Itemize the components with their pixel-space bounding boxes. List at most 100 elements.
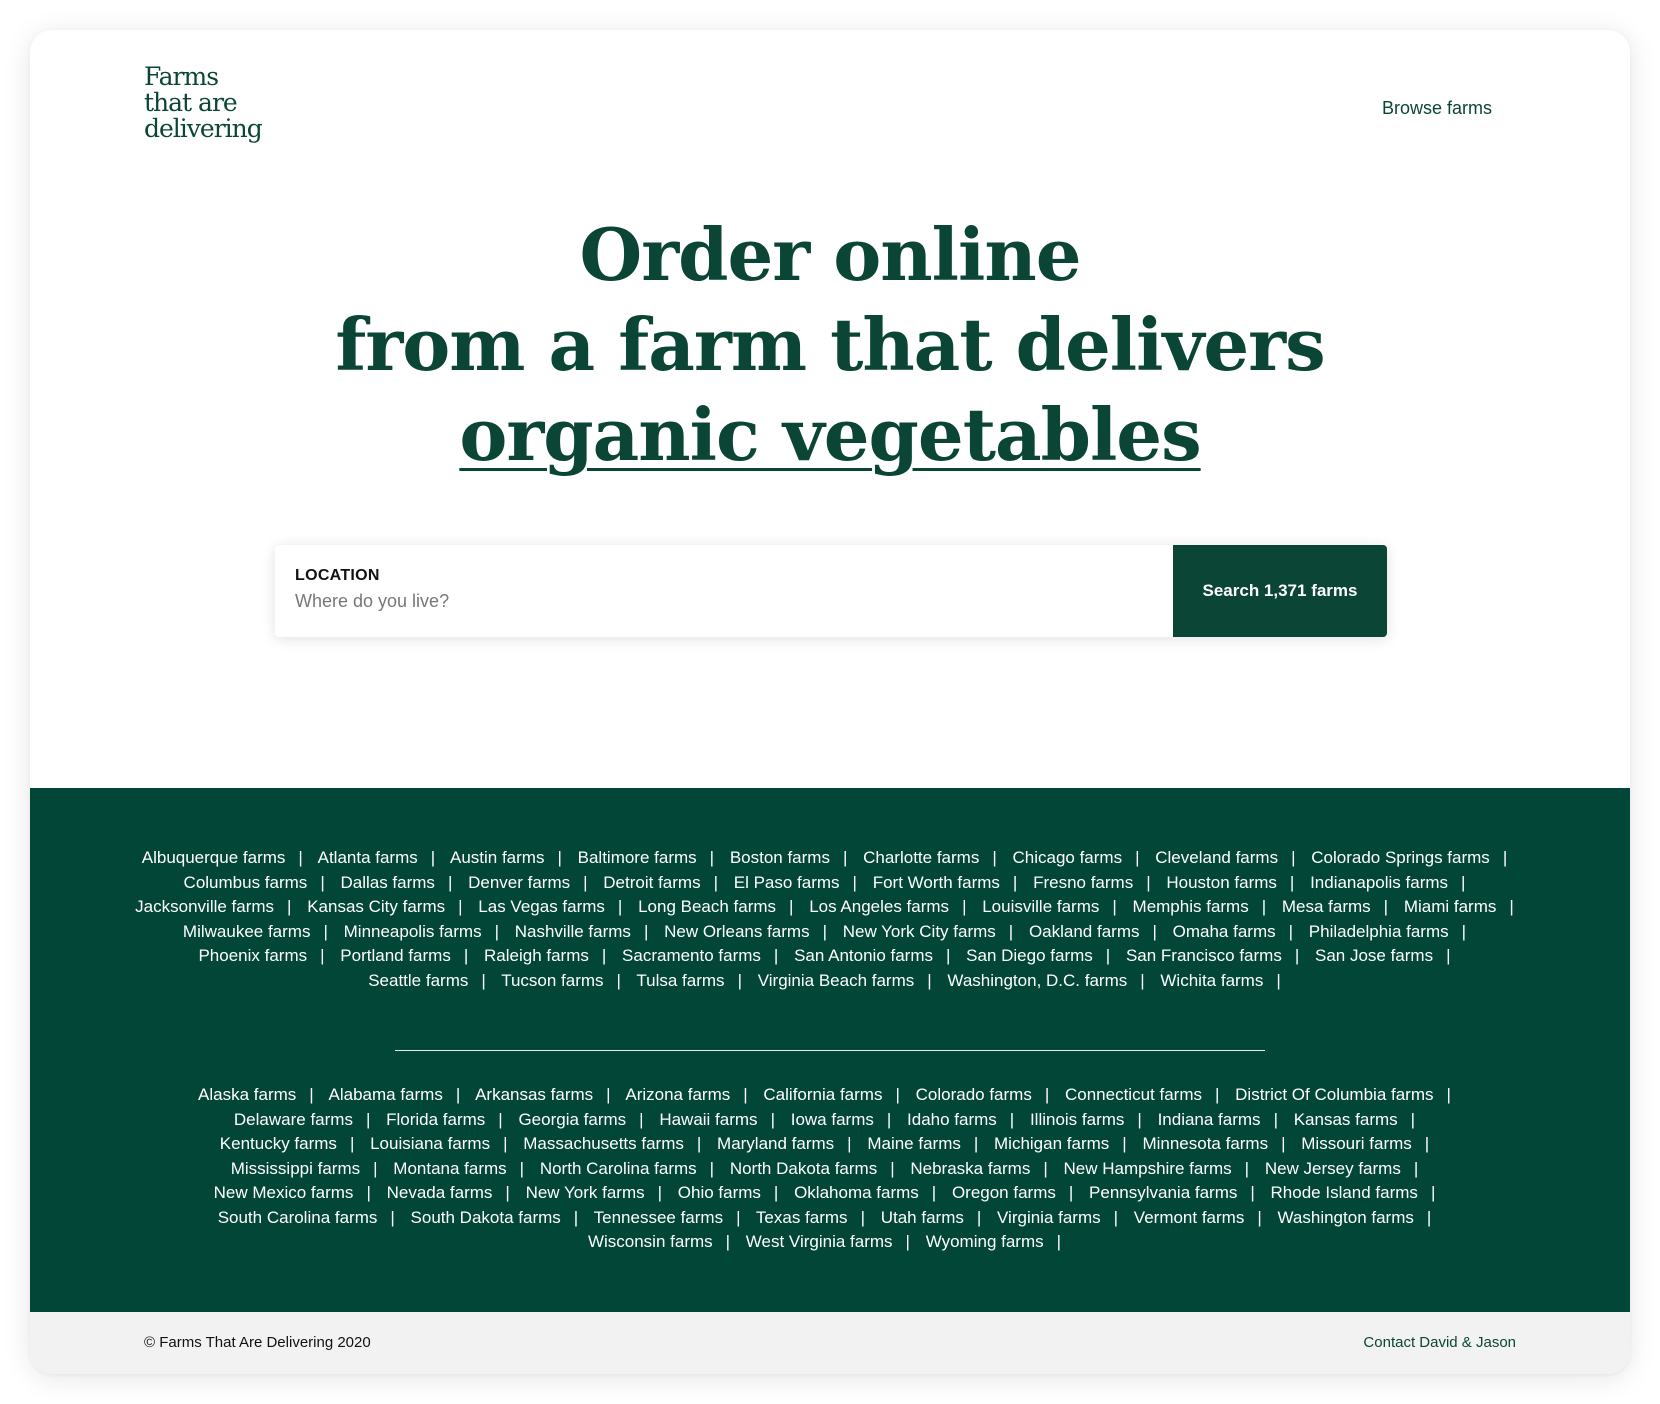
state-link[interactable]: Maine farms xyxy=(867,1134,961,1153)
city-link[interactable]: Colorado Springs farms xyxy=(1311,848,1490,867)
state-link[interactable]: South Dakota farms xyxy=(411,1208,561,1227)
city-link[interactable]: Indianapolis farms xyxy=(1310,873,1448,892)
state-link[interactable]: Connecticut farms xyxy=(1065,1085,1202,1104)
city-link[interactable]: San Diego farms xyxy=(966,946,1093,965)
state-link[interactable]: Nebraska farms xyxy=(910,1159,1030,1178)
city-link[interactable]: Baltimore farms xyxy=(578,848,697,867)
state-link[interactable]: Florida farms xyxy=(386,1110,485,1129)
state-link[interactable]: Alaska farms xyxy=(198,1085,296,1104)
city-link[interactable]: Denver farms xyxy=(468,873,570,892)
city-link[interactable]: Fresno farms xyxy=(1033,873,1133,892)
city-link[interactable]: Washington, D.C. farms xyxy=(947,971,1127,990)
state-link[interactable]: North Carolina farms xyxy=(540,1159,697,1178)
state-link[interactable]: Maryland farms xyxy=(717,1134,834,1153)
city-link[interactable]: Detroit farms xyxy=(603,873,700,892)
city-link[interactable]: Cleveland farms xyxy=(1155,848,1278,867)
state-link[interactable]: Wisconsin farms xyxy=(588,1232,713,1251)
state-link[interactable]: District Of Columbia farms xyxy=(1235,1085,1433,1104)
city-link[interactable]: Seattle farms xyxy=(368,971,468,990)
state-link[interactable]: Montana farms xyxy=(393,1159,506,1178)
state-link[interactable]: Michigan farms xyxy=(994,1134,1109,1153)
state-link[interactable]: Arizona farms xyxy=(625,1085,730,1104)
search-farms-button[interactable]: Search 1,371 farms xyxy=(1173,545,1387,637)
state-link[interactable]: New Mexico farms xyxy=(214,1183,354,1202)
state-link[interactable]: Arkansas farms xyxy=(475,1085,593,1104)
state-link[interactable]: New Jersey farms xyxy=(1265,1159,1401,1178)
city-link[interactable]: Las Vegas farms xyxy=(478,897,605,916)
state-link[interactable]: Iowa farms xyxy=(791,1110,874,1129)
location-field[interactable]: LOCATION xyxy=(275,545,1173,637)
state-link[interactable]: Hawaii farms xyxy=(659,1110,757,1129)
city-link[interactable]: Milwaukee farms xyxy=(183,922,311,941)
state-link[interactable]: Kentucky farms xyxy=(220,1134,337,1153)
city-link[interactable]: Charlotte farms xyxy=(863,848,979,867)
city-link[interactable]: San Antonio farms xyxy=(794,946,933,965)
city-link[interactable]: New York City farms xyxy=(843,922,996,941)
city-link[interactable]: Virginia Beach farms xyxy=(758,971,915,990)
city-link[interactable]: Los Angeles farms xyxy=(809,897,949,916)
city-link[interactable]: Kansas City farms xyxy=(307,897,445,916)
state-link[interactable]: New York farms xyxy=(526,1183,645,1202)
city-link[interactable]: San Jose farms xyxy=(1315,946,1433,965)
city-link[interactable]: Minneapolis farms xyxy=(344,922,482,941)
state-link[interactable]: Colorado farms xyxy=(916,1085,1032,1104)
state-link[interactable]: Virginia farms xyxy=(997,1208,1101,1227)
city-link[interactable]: Boston farms xyxy=(730,848,830,867)
state-link[interactable]: Minnesota farms xyxy=(1142,1134,1268,1153)
state-link[interactable]: Oregon farms xyxy=(952,1183,1056,1202)
state-link[interactable]: Rhode Island farms xyxy=(1271,1183,1418,1202)
state-link[interactable]: Pennsylvania farms xyxy=(1089,1183,1237,1202)
contact-link[interactable]: Contact David & Jason xyxy=(1363,1334,1516,1351)
city-link[interactable]: Columbus farms xyxy=(184,873,308,892)
state-link[interactable]: California farms xyxy=(763,1085,882,1104)
city-link[interactable]: Tulsa farms xyxy=(636,971,724,990)
city-link[interactable]: Sacramento farms xyxy=(622,946,761,965)
city-link[interactable]: Albuquerque farms xyxy=(142,848,286,867)
city-link[interactable]: El Paso farms xyxy=(734,873,840,892)
state-link[interactable]: Texas farms xyxy=(756,1208,848,1227)
state-link[interactable]: Vermont farms xyxy=(1134,1208,1245,1227)
city-link[interactable]: New Orleans farms xyxy=(664,922,809,941)
city-link[interactable]: Philadelphia farms xyxy=(1309,922,1449,941)
state-link[interactable]: Washington farms xyxy=(1278,1208,1414,1227)
city-link[interactable]: Raleigh farms xyxy=(484,946,589,965)
state-link[interactable]: Georgia farms xyxy=(518,1110,626,1129)
city-link[interactable]: Portland farms xyxy=(340,946,451,965)
city-link[interactable]: San Francisco farms xyxy=(1126,946,1282,965)
city-link[interactable]: Atlanta farms xyxy=(318,848,418,867)
city-link[interactable]: Wichita farms xyxy=(1160,971,1263,990)
site-logo[interactable]: Farms that are delivering xyxy=(144,64,263,142)
state-link[interactable]: West Virginia farms xyxy=(746,1232,893,1251)
city-link[interactable]: Long Beach farms xyxy=(638,897,776,916)
state-link[interactable]: Illinois farms xyxy=(1030,1110,1124,1129)
city-link[interactable]: Dallas farms xyxy=(340,873,434,892)
state-link[interactable]: Wyoming farms xyxy=(926,1232,1044,1251)
city-link[interactable]: Nashville farms xyxy=(515,922,631,941)
city-link[interactable]: Austin farms xyxy=(450,848,544,867)
state-link[interactable]: Kansas farms xyxy=(1294,1110,1398,1129)
location-input[interactable] xyxy=(295,591,1153,612)
state-link[interactable]: Utah farms xyxy=(881,1208,964,1227)
state-link[interactable]: New Hampshire farms xyxy=(1064,1159,1232,1178)
city-link[interactable]: Memphis farms xyxy=(1133,897,1249,916)
state-link[interactable]: Ohio farms xyxy=(678,1183,761,1202)
browse-farms-link[interactable]: Browse farms xyxy=(1382,98,1492,119)
state-link[interactable]: North Dakota farms xyxy=(730,1159,877,1178)
city-link[interactable]: Mesa farms xyxy=(1282,897,1371,916)
state-link[interactable]: Tennessee farms xyxy=(594,1208,723,1227)
state-link[interactable]: South Carolina farms xyxy=(218,1208,378,1227)
state-link[interactable]: Missouri farms xyxy=(1301,1134,1412,1153)
city-link[interactable]: Jacksonville farms xyxy=(135,897,274,916)
state-link[interactable]: Nevada farms xyxy=(387,1183,493,1202)
city-link[interactable]: Chicago farms xyxy=(1012,848,1122,867)
city-link[interactable]: Phoenix farms xyxy=(198,946,307,965)
state-link[interactable]: Delaware farms xyxy=(234,1110,353,1129)
city-link[interactable]: Fort Worth farms xyxy=(873,873,1000,892)
state-link[interactable]: Massachusetts farms xyxy=(523,1134,684,1153)
state-link[interactable]: Indiana farms xyxy=(1158,1110,1261,1129)
city-link[interactable]: Tucson farms xyxy=(501,971,603,990)
city-link[interactable]: Miami farms xyxy=(1404,897,1497,916)
city-link[interactable]: Houston farms xyxy=(1166,873,1277,892)
state-link[interactable]: Louisiana farms xyxy=(370,1134,490,1153)
city-link[interactable]: Louisville farms xyxy=(982,897,1099,916)
